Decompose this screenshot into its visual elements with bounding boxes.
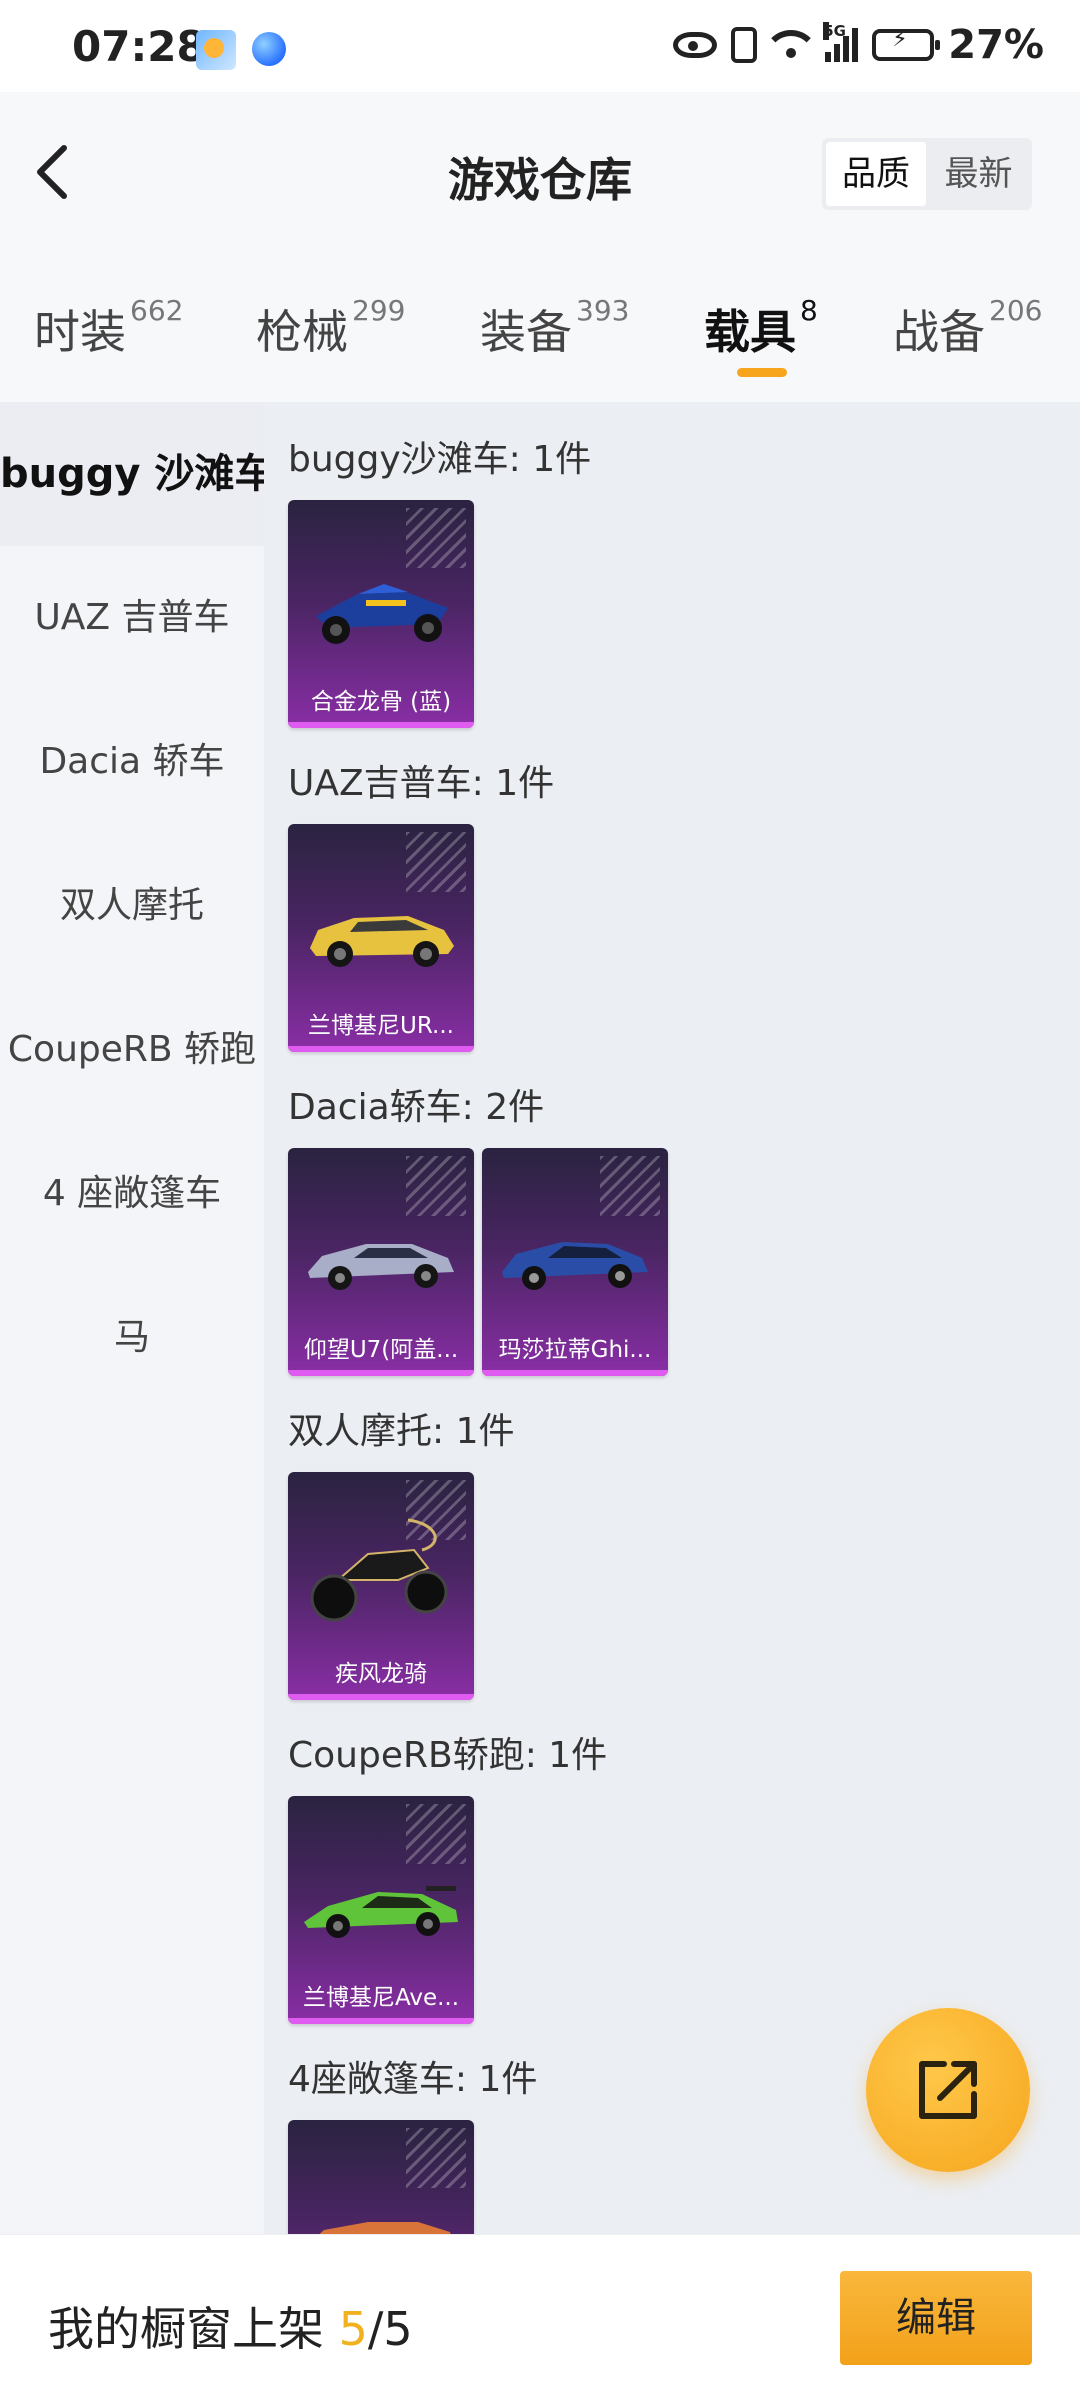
showcase-count-total: /5 [367, 2302, 413, 2356]
sidebar-item-uaz[interactable]: UAZ 吉普车 [0, 546, 264, 690]
tab-weapons[interactable]: 枪械 299 [256, 294, 406, 362]
showcase-count-current: 5 [338, 2302, 368, 2356]
network-label: 5G [823, 22, 846, 40]
item-card[interactable]: 疾风龙骑 [288, 1472, 474, 1700]
share-button[interactable] [866, 2008, 1030, 2172]
sidebar-item-couperb[interactable]: CoupeRB 轿跑 [0, 978, 264, 1122]
status-icons: 5G 27% [673, 20, 1044, 70]
vibrate-icon [731, 27, 758, 63]
showcase-status: 我的橱窗上架 5/5 [48, 2293, 413, 2359]
item-card[interactable]: 兰博基尼Ave... [288, 1796, 474, 2024]
tab-equipment[interactable]: 装备 393 [480, 294, 630, 362]
eye-icon [673, 32, 718, 58]
main-content: buggy 沙滩车 UAZ 吉普车 Dacia 轿车 双人摩托 CoupeRB … [0, 402, 1080, 2234]
tab-count: 8 [800, 294, 818, 327]
item-name: 仰望U7(阿盖... [303, 1337, 459, 1363]
battery-level: 27% [948, 22, 1044, 68]
status-time: 07:28 [72, 22, 206, 71]
section-title: Dacia轿车: 2件 [288, 1087, 545, 1128]
item-name: 玛莎拉蒂Ghi... [498, 1337, 652, 1363]
tab-label: 时装 [34, 305, 126, 359]
convertible-image [319, 2222, 451, 2234]
wifi-icon [771, 30, 812, 60]
bottom-bar: 我的橱窗上架 5/5 编辑 [0, 2234, 1080, 2401]
tab-label: 载具 [704, 305, 796, 359]
header: 游戏仓库 品质 最新 [0, 92, 1080, 252]
tab-fashion[interactable]: 时装 662 [34, 294, 184, 362]
item-card[interactable]: 合金龙骨 (蓝) [288, 500, 474, 728]
item-name: 合金龙骨 (蓝) [310, 689, 452, 715]
item-name: 疾风龙骑 [335, 1661, 427, 1687]
section-title: 4座敞篷车: 1件 [288, 2059, 538, 2100]
item-card[interactable]: 仰望U7(阿盖... [288, 1148, 474, 1376]
tab-count: 299 [352, 294, 406, 327]
status-bar: 07:28 5G 27% [0, 0, 1080, 92]
tab-count: 393 [576, 294, 630, 327]
sidebar-item-horse[interactable]: 马 [0, 1266, 264, 1410]
sidebar: buggy 沙滩车 UAZ 吉普车 Dacia 轿车 双人摩托 CoupeRB … [0, 402, 274, 2234]
sidebar-item-convertible[interactable]: 4 座敞篷车 [0, 1122, 264, 1266]
section-title: UAZ吉普车: 1件 [288, 763, 555, 804]
item-card[interactable]: 玛莎拉蒂Ghi... [482, 1148, 668, 1376]
showcase-label: 我的橱窗上架 [48, 2302, 339, 2356]
sort-quality-button[interactable]: 品质 [826, 142, 926, 206]
item-name: 兰博基尼Ave... [302, 1985, 460, 2011]
vehicle-list: buggy沙滩车: 1件 合金龙骨 (蓝) UAZ吉普车: 1件 兰博基尼UR. [264, 402, 1080, 2234]
buggy-image [316, 584, 448, 644]
share-icon [919, 2061, 977, 2119]
item-card[interactable]: 兰博基尼UR... [288, 824, 474, 1052]
sidebar-item-dacia[interactable]: Dacia 轿车 [0, 690, 264, 834]
sidebar-item-motorcycle[interactable]: 双人摩托 [0, 834, 264, 978]
tab-count: 662 [130, 294, 184, 327]
battery-icon [872, 27, 941, 61]
sidebar-item-buggy[interactable]: buggy 沙滩车 [0, 402, 274, 546]
tab-label: 装备 [480, 305, 572, 359]
signal-icon: 5G [823, 22, 859, 62]
sort-latest-button[interactable]: 最新 [926, 138, 1031, 210]
item-card[interactable] [288, 2120, 474, 2234]
section-title: CoupeRB轿跑: 1件 [288, 1735, 608, 1776]
section-title: buggy沙滩车: 1件 [288, 439, 592, 480]
tab-label: 枪械 [256, 305, 348, 359]
item-name: 兰博基尼UR... [308, 1013, 454, 1039]
motorcycle-image [310, 1518, 448, 1622]
edit-button[interactable]: 编辑 [840, 2271, 1032, 2365]
category-tabs: 时装 662 枪械 299 装备 393 载具 8 战备 206 [0, 252, 1080, 402]
suv-image [310, 916, 454, 967]
active-tab-indicator [737, 368, 787, 377]
tab-count: 206 [989, 294, 1043, 327]
sedan-image [308, 1244, 454, 1290]
tab-label: 战备 [893, 305, 985, 359]
weather-icon [196, 30, 236, 70]
sort-toggle: 品质 最新 [822, 138, 1032, 210]
supercar-image [304, 1886, 458, 1938]
tab-vehicles[interactable]: 载具 8 [704, 294, 818, 362]
section-title: 双人摩托: 1件 [288, 1411, 515, 1452]
browser-icon [252, 32, 286, 66]
sedan-image [502, 1242, 648, 1290]
tab-combat-gear[interactable]: 战备 206 [893, 294, 1043, 362]
